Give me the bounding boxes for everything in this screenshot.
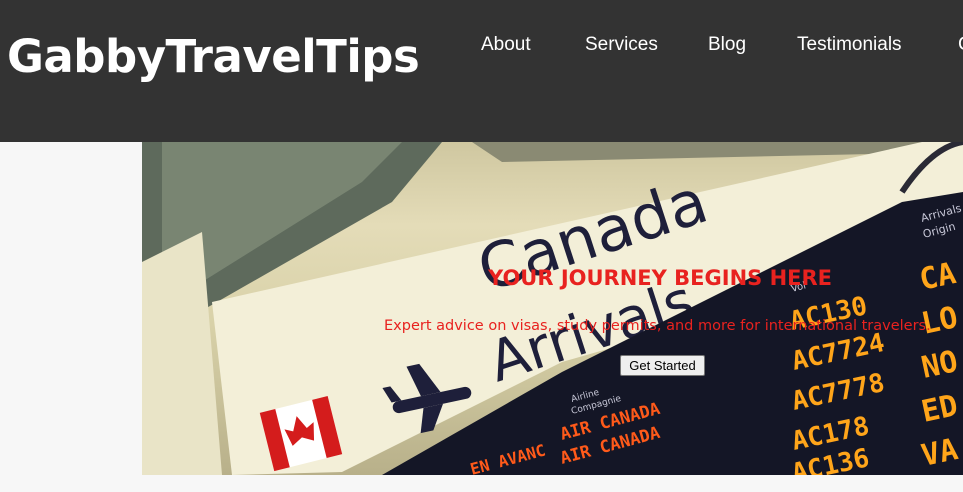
page-background-strip: [0, 475, 963, 492]
nav-link-blog[interactable]: Blog: [708, 34, 746, 56]
nav-link-services[interactable]: Services: [585, 34, 658, 56]
hero-title: YOUR JOURNEY BEGINS HERE: [488, 266, 833, 290]
hero-background-image: Canada Arrivals Arrivals Origin Vol Airl…: [142, 142, 963, 475]
hero-subtitle: Expert advice on visas, study permits, a…: [384, 318, 931, 334]
get-started-button[interactable]: Get Started: [620, 355, 705, 376]
board-city: ED: [918, 388, 961, 430]
site-header: GabbyTravelTips About Services Blog Test…: [0, 0, 963, 142]
board-city: NO: [918, 344, 961, 386]
nav-link-testimonials[interactable]: Testimonials: [797, 34, 902, 56]
site-logo[interactable]: GabbyTravelTips: [7, 30, 420, 83]
board-city: CA: [916, 256, 959, 298]
nav-link-about[interactable]: About: [481, 34, 531, 56]
hero-banner: Canada Arrivals Arrivals Origin Vol Airl…: [142, 142, 963, 475]
nav-link-contact-partial[interactable]: C: [958, 34, 963, 56]
board-city: VA: [918, 432, 961, 474]
